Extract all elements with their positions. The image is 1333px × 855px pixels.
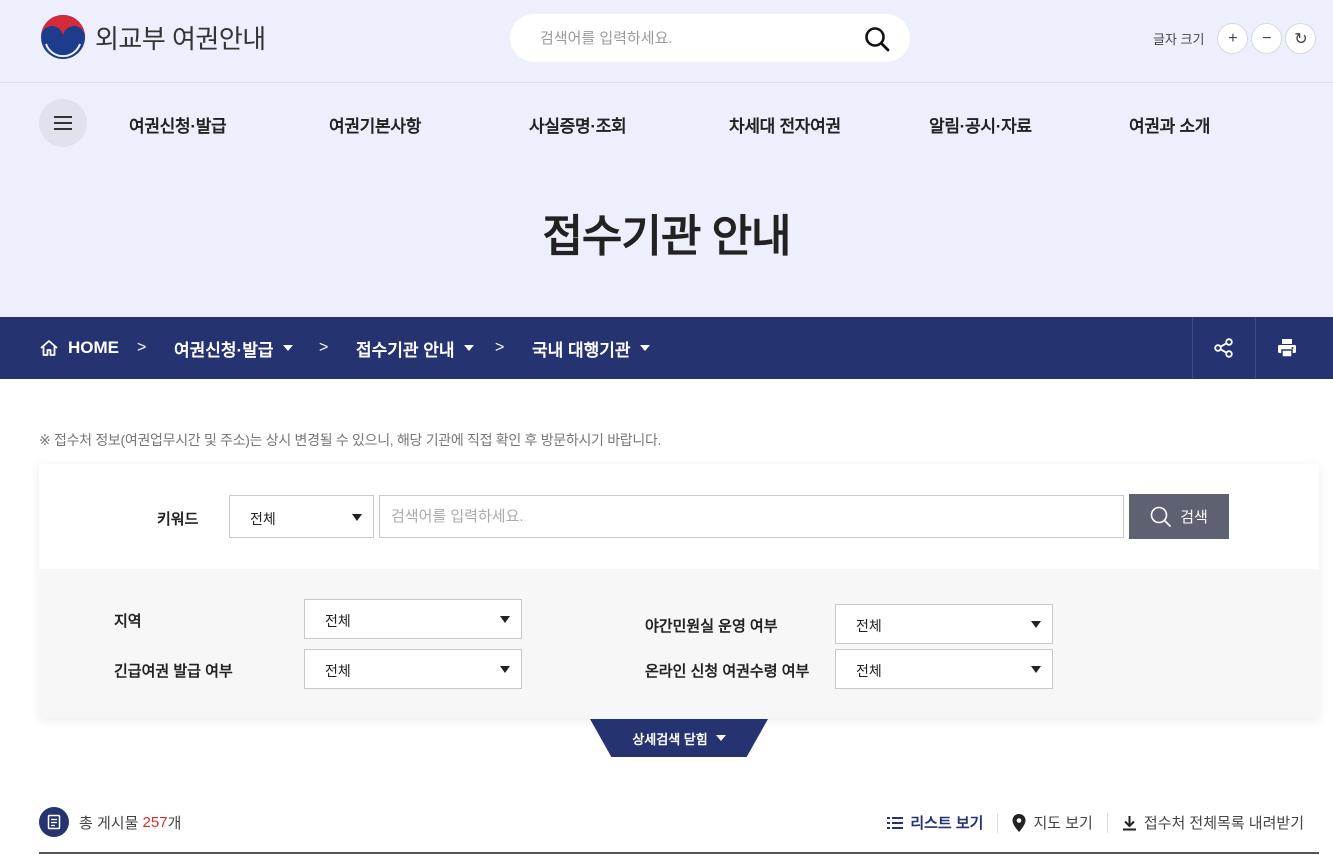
list-top-border — [39, 852, 1319, 854]
dropdown-arrow-icon — [500, 666, 510, 673]
list-icon — [887, 816, 904, 829]
search-icon[interactable] — [864, 26, 890, 52]
caret-down-icon — [715, 735, 726, 741]
top-search-input[interactable] — [540, 26, 850, 50]
region-label: 지역 — [114, 613, 142, 630]
urgent-label: 긴급여권 발급 여부 — [114, 663, 233, 680]
list-view-button[interactable]: 리스트 보기 — [887, 812, 983, 833]
total-count-number: 257 — [142, 813, 168, 831]
breadcrumb-home-label: HOME — [68, 338, 119, 357]
search-icon — [1150, 506, 1172, 527]
gnb-item-notice[interactable]: 알림·공시·자료 — [929, 112, 1032, 137]
region-select[interactable]: 전체 — [304, 599, 522, 639]
divider — [997, 812, 999, 833]
detail-search-toggle[interactable]: 상세검색 닫힘 — [590, 719, 768, 757]
logo-text: 외교부 여권안내 — [95, 23, 266, 54]
page-title: 접수기관 안내 — [542, 212, 791, 261]
caret-down-icon — [463, 345, 474, 351]
detail-search: 지역 전체 긴급여권 발급 여부 전체 야간민원실 운영 여부 전체 온라인 신… — [39, 569, 1319, 718]
download-list-button[interactable]: 접수처 전체목록 내려받기 — [1122, 812, 1304, 833]
online-pickup-label: 온라인 신청 여권수령 여부 — [645, 663, 810, 680]
breadcrumb-level1[interactable]: 여권신청·발급 — [174, 317, 293, 379]
search-button-label: 검색 — [1180, 509, 1208, 526]
gnb-item-about[interactable]: 여권과 소개 — [1129, 112, 1210, 137]
print-icon — [1278, 339, 1296, 358]
document-icon — [39, 807, 69, 837]
view-options: 리스트 보기 지도 보기 접수처 전체목록 내려받기 — [887, 812, 1304, 833]
night-office-label: 야간민원실 운영 여부 — [645, 618, 778, 635]
urgent-select[interactable]: 전체 — [304, 649, 522, 689]
total-count-suffix: 개 — [167, 814, 182, 832]
keyword-type-select[interactable]: 전체 — [229, 495, 374, 538]
font-size-label: 글자 크기 — [1153, 32, 1205, 47]
breadcrumb-home[interactable]: HOME — [39, 317, 119, 379]
online-pickup-select[interactable]: 전체 — [835, 649, 1053, 689]
notice-text: ※ 접수처 정보(여권업무시간 및 주소)는 상시 변경될 수 있으니, 해당 … — [39, 432, 662, 448]
hamburger-menu-button[interactable] — [39, 99, 87, 147]
breadcrumb-separator: > — [137, 339, 147, 356]
gnb-item-epassport[interactable]: 차세대 전자여권 — [729, 112, 841, 137]
font-reset-button[interactable]: ↻ — [1285, 23, 1317, 54]
caret-down-icon — [639, 345, 650, 351]
map-view-button[interactable]: 지도 보기 — [1012, 812, 1093, 833]
breadcrumb-separator: > — [319, 339, 329, 356]
online-pickup-value: 전체 — [856, 663, 882, 679]
dropdown-arrow-icon — [1031, 621, 1041, 628]
search-button[interactable]: 검색 — [1129, 494, 1229, 539]
region-value: 전체 — [325, 613, 351, 629]
gnb-item-basics[interactable]: 여권기본사항 — [329, 112, 421, 137]
breadcrumb-level3[interactable]: 국내 대행기관 — [532, 317, 650, 379]
keyword-input[interactable] — [379, 495, 1124, 538]
dropdown-arrow-icon — [352, 514, 362, 521]
breadcrumb-level1-label: 여권신청·발급 — [174, 340, 274, 360]
gnb-item-apply[interactable]: 여권신청·발급 — [129, 112, 227, 137]
header-divider — [0, 82, 1333, 83]
gnb-item-certificate[interactable]: 사실증명·조회 — [529, 112, 627, 137]
night-office-select[interactable]: 전체 — [835, 604, 1053, 644]
download-list-label: 접수처 전체목록 내려받기 — [1143, 815, 1304, 832]
taegeuk-logo-icon — [41, 15, 85, 60]
urgent-value: 전체 — [325, 663, 351, 679]
share-icon — [1214, 338, 1233, 358]
dropdown-arrow-icon — [1031, 666, 1041, 673]
share-button[interactable] — [1192, 317, 1255, 379]
divider — [1106, 812, 1108, 833]
search-panel: 키워드 전체 검색 지역 전체 긴급여권 발급 여부 전체 야간민원실 운영 여… — [39, 464, 1319, 718]
download-icon — [1122, 815, 1136, 830]
keyword-label: 키워드 — [157, 511, 199, 528]
site-logo[interactable]: 외교부 여권안내 — [40, 14, 266, 60]
hamburger-icon — [54, 116, 72, 130]
total-count-prefix: 총 게시물 — [79, 814, 143, 832]
detail-search-toggle-label: 상세검색 닫힘 — [632, 731, 708, 747]
breadcrumb-level2[interactable]: 접수기관 안내 — [356, 317, 474, 379]
map-view-label: 지도 보기 — [1033, 815, 1093, 832]
top-search — [510, 14, 910, 62]
home-icon — [40, 340, 58, 356]
list-view-label: 리스트 보기 — [910, 815, 984, 832]
map-pin-icon — [1012, 813, 1026, 832]
font-decrease-button[interactable]: − — [1251, 23, 1283, 54]
total-count: 총 게시물 257 개 — [39, 807, 181, 837]
breadcrumb-level2-label: 접수기관 안내 — [356, 340, 455, 360]
breadcrumb-level3-label: 국내 대행기관 — [532, 340, 631, 360]
breadcrumb-separator: > — [495, 339, 505, 356]
font-increase-button[interactable]: + — [1217, 23, 1249, 54]
night-office-value: 전체 — [856, 618, 882, 634]
caret-down-icon — [282, 345, 293, 351]
print-button[interactable] — [1255, 317, 1318, 379]
dropdown-arrow-icon — [500, 616, 510, 623]
font-size-controls: 글자 크기 + − ↻ — [1153, 23, 1317, 54]
keyword-type-value: 전체 — [250, 511, 276, 527]
breadcrumb: HOME > 여권신청·발급 > 접수기관 안내 > 국내 대행기관 — [0, 317, 1333, 379]
